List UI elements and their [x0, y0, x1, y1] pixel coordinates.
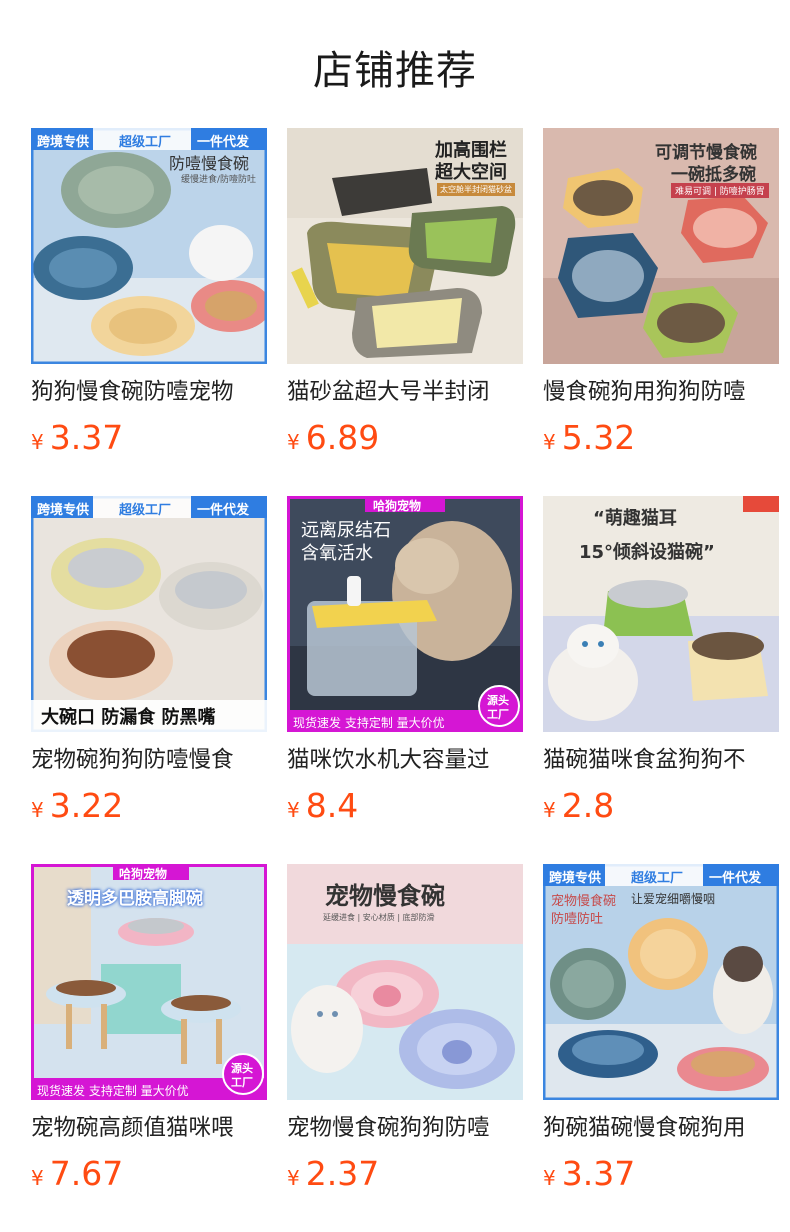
price-value: 3.22 [49, 786, 124, 825]
tag-label: 一件代发 [197, 503, 250, 518]
image-headline: 宠物慢食碗 [325, 882, 445, 910]
tag-label: 跨境专供 [549, 871, 602, 886]
image-subline: 延缓进食 | 安心材质 | 底部防滑 [323, 913, 435, 922]
product-card[interactable]: 跨境专供 超级工厂 一件代发 大碗口 防漏食 防黑嘴 宠物碗狗狗防噎慢食 ¥3.… [31, 496, 267, 836]
tag-label: 跨境专供 [37, 503, 90, 518]
price-value: 3.37 [49, 418, 124, 457]
page-title: 店铺推荐 [313, 48, 477, 94]
badge-label: 工厂 [487, 708, 509, 721]
image-subline: 太空舱半封闭猫砂盆 [437, 183, 515, 196]
product-card[interactable]: 跨境专供 超级工厂 一件代发 宠物慢食碗 防噎防吐 让爱宠细嚼慢咽 狗碗猫碗慢食… [543, 864, 779, 1204]
price-value: 2.8 [561, 786, 615, 825]
tag-label: 一件代发 [709, 871, 762, 886]
image-headline: “萌趣猫耳 [593, 508, 677, 529]
product-name[interactable]: 猫砂盆超大号半封闭 [287, 376, 523, 408]
brand-label: 哈狗宠物 [373, 499, 422, 513]
image-subline: 缓慢进食/防噎防吐 [181, 175, 257, 185]
product-image[interactable]: 宠物慢食碗 延缓进食 | 安心材质 | 底部防滑 [287, 864, 523, 1100]
product-card[interactable]: 哈狗宠物 透明多巴胺高脚碗 现货速发 支持定制 量大价优 源头 工厂 宠物碗高颜… [31, 864, 267, 1204]
product-price: ¥7.67 [31, 1154, 123, 1193]
currency-symbol: ¥ [287, 430, 300, 454]
image-headline: 宠物慢食碗 [551, 894, 617, 909]
product-image[interactable]: 可调节慢食碗 一碗抵多碗 难易可调 | 防噎护肠胃 [543, 128, 779, 364]
product-card[interactable]: 可调节慢食碗 一碗抵多碗 难易可调 | 防噎护肠胃 慢食碗狗用狗狗防噎 ¥5.3… [543, 128, 779, 468]
tag-label: 超级工厂 [119, 135, 172, 150]
currency-symbol: ¥ [287, 1166, 300, 1190]
product-name[interactable]: 猫碗猫咪食盆狗狗不 [543, 744, 779, 776]
currency-symbol: ¥ [31, 1166, 44, 1190]
image-headline-2: 含氧活水 [301, 543, 373, 564]
currency-symbol: ¥ [31, 430, 44, 454]
product-price: ¥6.89 [287, 418, 379, 457]
product-image[interactable]: 跨境专供 超级工厂 一件代发 防噎慢食碗 缓慢进食/防噎防吐 [31, 128, 267, 364]
tag-label: 超级工厂 [119, 503, 172, 518]
image-footer: 现货速发 支持定制 量大价优 [293, 716, 445, 730]
price-value: 7.67 [49, 1154, 124, 1193]
product-name[interactable]: 宠物碗狗狗防噎慢食 [31, 744, 267, 776]
image-headline-2: 防噎防吐 [551, 912, 604, 927]
product-image[interactable]: 哈狗宠物 透明多巴胺高脚碗 现货速发 支持定制 量大价优 源头 工厂 [31, 864, 267, 1100]
badge-label: 工厂 [231, 1076, 253, 1089]
product-name[interactable]: 慢食碗狗用狗狗防噎 [543, 376, 779, 408]
product-price: ¥3.22 [31, 786, 123, 825]
currency-symbol: ¥ [31, 798, 44, 822]
currency-symbol: ¥ [287, 798, 300, 822]
image-headline-2: 一碗抵多碗 [671, 165, 756, 185]
price-value: 6.89 [305, 418, 380, 457]
product-image[interactable]: 跨境专供 超级工厂 一件代发 宠物慢食碗 防噎防吐 让爱宠细嚼慢咽 [543, 864, 779, 1100]
product-name[interactable]: 狗碗猫碗慢食碗狗用 [543, 1112, 779, 1144]
image-subline: 让爱宠细嚼慢咽 [631, 892, 716, 906]
product-price: ¥3.37 [543, 1154, 635, 1193]
product-name[interactable]: 猫咪饮水机大容量过 [287, 744, 523, 776]
product-price: ¥5.32 [543, 418, 635, 457]
product-name[interactable]: 宠物慢食碗狗狗防噎 [287, 1112, 523, 1144]
brand-label: 哈狗宠物 [119, 867, 168, 881]
product-price: ¥8.4 [287, 786, 358, 825]
product-image[interactable]: “萌趣猫耳 15°倾斜设猫碗” [543, 496, 779, 732]
image-footer: 大碗口 防漏食 防黑嘴 [41, 707, 216, 728]
product-price: ¥2.8 [543, 786, 614, 825]
price-value: 5.32 [561, 418, 636, 457]
product-card[interactable]: “萌趣猫耳 15°倾斜设猫碗” 猫碗猫咪食盆狗狗不 ¥2.8 [543, 496, 779, 836]
tag-label: 超级工厂 [631, 871, 684, 886]
product-image[interactable]: 跨境专供 超级工厂 一件代发 大碗口 防漏食 防黑嘴 [31, 496, 267, 732]
image-subline: 难易可调 | 防噎护肠胃 [671, 183, 769, 198]
product-card[interactable]: 加高围栏 超大空间 太空舱半封闭猫砂盆 猫砂盆超大号半封闭 ¥6.89 [287, 128, 523, 468]
image-headline: 透明多巴胺高脚碗 [67, 889, 203, 909]
price-value: 2.37 [305, 1154, 380, 1193]
image-headline-2: 超大空间 [435, 162, 507, 183]
tag-label: 一件代发 [197, 135, 250, 150]
currency-symbol: ¥ [543, 430, 556, 454]
product-card[interactable]: 宠物慢食碗 延缓进食 | 安心材质 | 底部防滑 宠物慢食碗狗狗防噎 ¥2.37 [287, 864, 523, 1204]
product-price: ¥3.37 [31, 418, 123, 457]
product-image[interactable]: 加高围栏 超大空间 太空舱半封闭猫砂盆 [287, 128, 523, 364]
product-card[interactable]: 跨境专供 超级工厂 一件代发 防噎慢食碗 缓慢进食/防噎防吐 狗狗慢食碗防噎宠物… [31, 128, 267, 468]
image-headline-2: 15°倾斜设猫碗” [579, 542, 715, 563]
product-image[interactable]: 哈狗宠物 远离尿结石 含氧活水 现货速发 支持定制 量大价优 源头 工厂 [287, 496, 523, 732]
product-card[interactable]: 哈狗宠物 远离尿结石 含氧活水 现货速发 支持定制 量大价优 源头 工厂 猫咪饮… [287, 496, 523, 836]
product-name[interactable]: 狗狗慢食碗防噎宠物 [31, 376, 267, 408]
price-value: 8.4 [305, 786, 359, 825]
currency-symbol: ¥ [543, 798, 556, 822]
image-headline: 防噎慢食碗 [169, 154, 250, 173]
image-footer: 现货速发 支持定制 量大价优 [37, 1084, 189, 1098]
tag-label: 跨境专供 [37, 135, 90, 150]
currency-symbol: ¥ [543, 1166, 556, 1190]
product-name[interactable]: 宠物碗高颜值猫咪喂 [31, 1112, 267, 1144]
price-value: 3.37 [561, 1154, 636, 1193]
product-price: ¥2.37 [287, 1154, 379, 1193]
